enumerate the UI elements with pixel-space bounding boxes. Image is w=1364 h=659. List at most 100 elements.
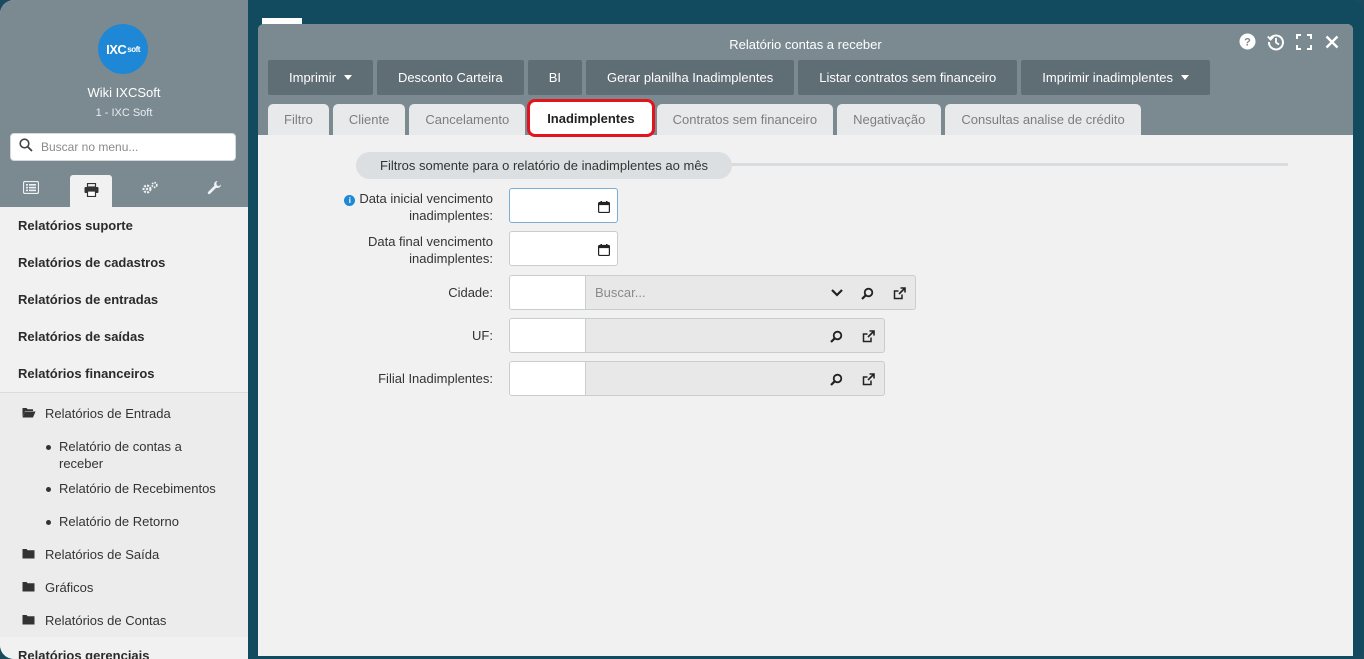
fullscreen-icon[interactable] <box>1294 32 1313 51</box>
button-label: Listar contratos sem financeiro <box>819 70 997 85</box>
folder-relatorios-entrada[interactable]: Relatórios de Entrada <box>0 397 248 430</box>
menu-search-input[interactable] <box>41 140 221 154</box>
gerar-planilha-button[interactable]: Gerar planilha Inadimplentes <box>586 60 795 95</box>
window-controls: ? <box>1238 32 1341 51</box>
help-icon[interactable]: ? <box>1238 32 1257 51</box>
history-icon[interactable] <box>1266 32 1285 51</box>
financeiros-submenu: Relatórios de Entrada Relatório de conta… <box>0 392 248 637</box>
search-icon[interactable] <box>859 285 875 301</box>
button-label: BI <box>548 70 562 85</box>
app-frame: IXC soft Wiki IXCSoft 1 - IXC Soft Busca… <box>0 0 1364 659</box>
chevron-down-icon[interactable] <box>829 285 845 301</box>
folder-label: Relatórios de Saída <box>45 547 160 562</box>
tab-cliente[interactable]: Cliente <box>332 104 406 135</box>
sidebar-tab-list[interactable] <box>0 173 62 207</box>
filial-field[interactable] <box>509 361 885 396</box>
cidade-code-input[interactable] <box>510 276 586 309</box>
bullet <box>46 487 51 492</box>
leaf-label: Relatório de contas a receber <box>59 439 182 471</box>
data-final-input[interactable] <box>509 231 618 266</box>
data-final-label: Data final vencimento inadimplentes: <box>293 233 493 267</box>
leaf-contas-receber[interactable]: Relatório de contas a receber <box>0 430 248 472</box>
sidebar-tab-reports[interactable] <box>70 175 112 209</box>
tab-bar: Filtro Cliente Cancelamento Inadimplente… <box>268 99 1141 137</box>
menu-relatorios-financeiros[interactable]: Relatórios financeiros <box>0 355 248 392</box>
filial-code-input[interactable] <box>510 362 586 395</box>
tab-negativacao[interactable]: Negativação <box>837 104 942 135</box>
label-line: inadimplentes: <box>409 208 493 223</box>
menu-search[interactable] <box>10 133 236 161</box>
calendar-icon[interactable] <box>598 243 611 261</box>
desconto-carteira-button[interactable]: Desconto Carteira <box>376 60 524 95</box>
data-inicial-input[interactable] <box>509 188 618 223</box>
menu-relatorios-entradas[interactable]: Relatórios de entradas <box>0 281 248 318</box>
section-title: Filtros somente para o relatório de inad… <box>356 152 733 179</box>
label-line: inadimplentes: <box>409 251 493 266</box>
imprimir-button[interactable]: Imprimir <box>268 60 373 95</box>
sidebar-tab-tools[interactable] <box>184 173 244 207</box>
sidebar: IXC soft Wiki IXCSoft 1 - IXC Soft Busca… <box>0 0 248 659</box>
calendar-icon[interactable] <box>598 200 611 218</box>
menu-relatorios-saidas[interactable]: Relatórios de saídas <box>0 318 248 355</box>
uf-field[interactable] <box>509 318 885 353</box>
tab-consultas-credito[interactable]: Consultas analise de crédito <box>945 104 1141 135</box>
external-link-icon[interactable] <box>860 371 876 387</box>
leaf-label: Relatório de Retorno <box>59 514 179 529</box>
search-icon <box>19 137 33 157</box>
svg-text:?: ? <box>1244 37 1251 49</box>
folder-label: Gráficos <box>45 580 94 595</box>
form-content: Filtros somente para o relatório de inad… <box>258 135 1353 656</box>
logo-text: IXC <box>106 41 127 57</box>
folder-open-icon <box>22 407 36 421</box>
folder-label: Relatórios de Contas <box>45 613 167 628</box>
sidebar-header: IXC soft Wiki IXCSoft 1 - IXC Soft <box>0 0 248 209</box>
data-inicial-label: i Data inicial vencimento inadimplentes: <box>293 190 493 224</box>
list-icon <box>22 180 40 199</box>
window-header: Relatório contas a receber ? Imprimir De… <box>258 24 1353 137</box>
print-icon <box>84 182 99 202</box>
leaf-label: Relatório de Recebimentos <box>59 481 216 496</box>
external-link-icon[interactable] <box>860 328 876 344</box>
search-icon[interactable] <box>828 328 844 344</box>
bi-button[interactable]: BI <box>527 60 583 95</box>
wrench-icon <box>207 180 222 200</box>
tab-cancelamento[interactable]: Cancelamento <box>409 104 526 135</box>
sidebar-tab-settings[interactable] <box>116 173 184 207</box>
app-name: Wiki IXCSoft <box>87 85 161 100</box>
caret-down-icon <box>1181 75 1190 80</box>
tab-contratos-sem-financeiro[interactable]: Contratos sem financeiro <box>656 104 834 135</box>
report-window: Relatório contas a receber ? Imprimir De… <box>258 24 1353 656</box>
ixcsoft-logo: IXC soft <box>98 24 148 74</box>
uf-label: UF: <box>472 328 493 343</box>
uf-code-input[interactable] <box>510 319 586 352</box>
cidade-field[interactable]: Buscar... <box>509 275 916 310</box>
button-label: Imprimir inadimplentes <box>1042 70 1174 85</box>
app-subtitle: 1 - IXC Soft <box>95 107 153 119</box>
tab-filtro[interactable]: Filtro <box>268 104 329 135</box>
filial-label: Filial Inadimplentes: <box>378 371 493 386</box>
folder-label: Relatórios de Entrada <box>45 406 171 421</box>
search-icon[interactable] <box>828 371 844 387</box>
leaf-retorno[interactable]: Relatório de Retorno <box>0 505 248 538</box>
external-link-icon[interactable] <box>891 285 907 301</box>
button-label: Desconto Carteira <box>397 70 503 85</box>
info-icon[interactable]: i <box>344 195 356 206</box>
label-line: Data final vencimento <box>367 234 493 249</box>
cidade-search-placeholder[interactable]: Buscar... <box>595 285 646 300</box>
folder-relatorios-contas[interactable]: Relatórios de Contas <box>0 604 248 637</box>
listar-contratos-button[interactable]: Listar contratos sem financeiro <box>798 60 1018 95</box>
sidebar-menu: Relatórios suporte Relatórios de cadastr… <box>0 207 248 659</box>
imprimir-inadimplentes-button[interactable]: Imprimir inadimplentes <box>1021 60 1211 95</box>
bullet <box>46 445 51 450</box>
menu-relatorios-cadastros[interactable]: Relatórios de cadastros <box>0 244 248 281</box>
leaf-recebimentos[interactable]: Relatório de Recebimentos <box>0 472 248 505</box>
tab-inadimplentes[interactable]: Inadimplentes <box>527 99 655 137</box>
folder-graficos[interactable]: Gráficos <box>0 571 248 604</box>
folder-relatorios-saida[interactable]: Relatórios de Saída <box>0 538 248 571</box>
close-icon[interactable] <box>1322 32 1341 51</box>
cidade-label: Cidade: <box>448 285 493 300</box>
menu-relatorios-gerenciais[interactable]: Relatórios gerenciais <box>0 637 248 659</box>
menu-relatorios-suporte[interactable]: Relatórios suporte <box>0 207 248 244</box>
toolbar: Imprimir Desconto Carteira BI Gerar plan… <box>268 60 1211 95</box>
logo-suffix: soft <box>127 44 140 54</box>
